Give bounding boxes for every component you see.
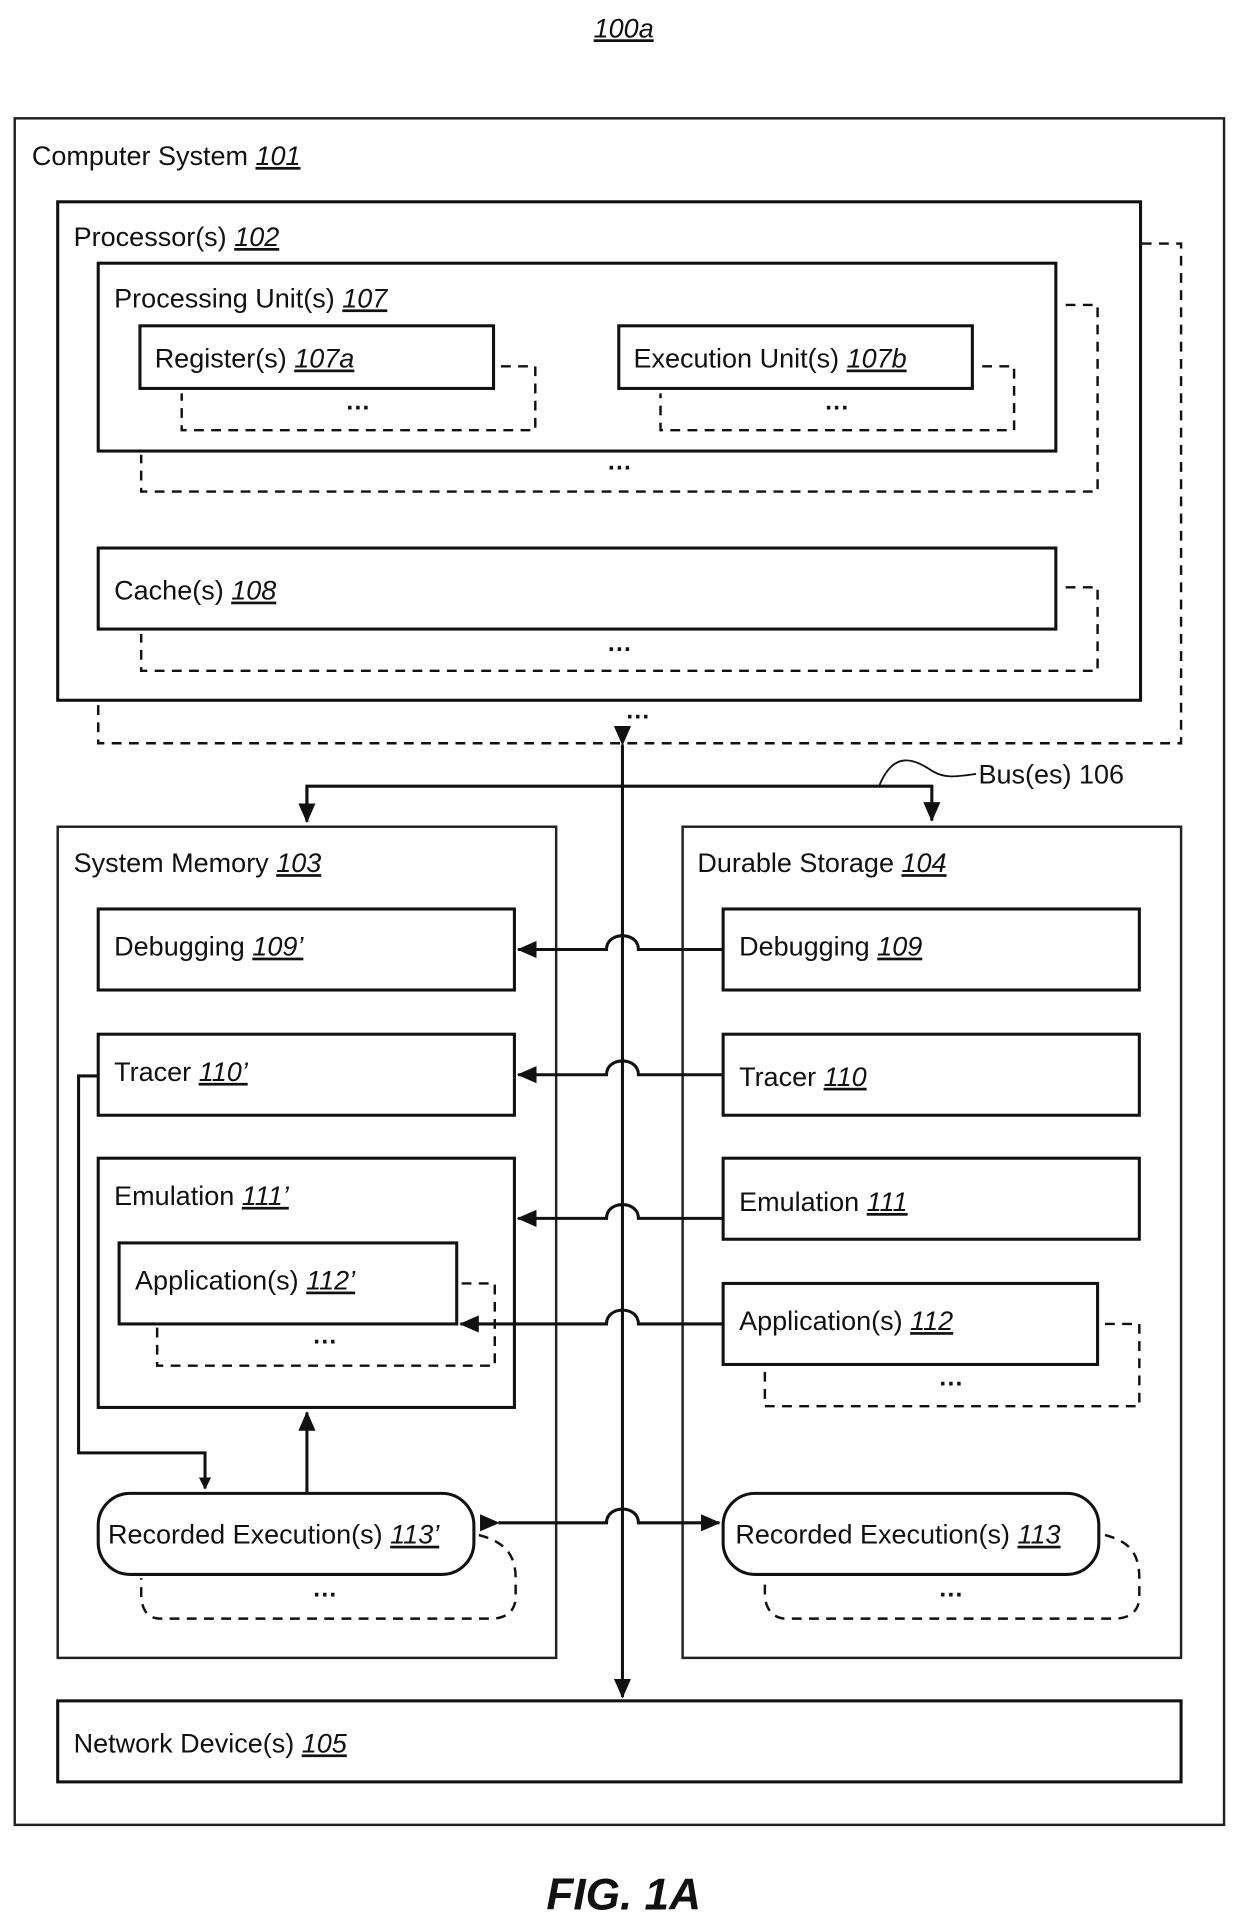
processor-ellipsis: ... bbox=[626, 698, 650, 725]
storage-emulation-label: Emulation 111 bbox=[739, 1187, 908, 1217]
processing-unit-label: Processing Unit(s) 107 bbox=[114, 283, 388, 313]
memory-recorded-label: Recorded Execution(s) 113’ bbox=[108, 1520, 440, 1550]
figure-caption: FIG. 1A bbox=[546, 1871, 701, 1920]
execution-units-label: Execution Unit(s) 107b bbox=[634, 344, 907, 374]
figure-ref: 100a bbox=[594, 13, 654, 43]
storage-applications-label: Application(s) 112 bbox=[739, 1306, 953, 1336]
storage-tracer-label: Tracer 110 bbox=[739, 1062, 867, 1092]
memory-emulation-label: Emulation 111’ bbox=[114, 1181, 290, 1211]
storage-recorded-label: Recorded Execution(s) 113 bbox=[735, 1520, 1060, 1550]
registers-ellipsis: ... bbox=[346, 388, 370, 415]
memory-tracer-label: Tracer 110’ bbox=[114, 1057, 249, 1087]
network-devices-label: Network Device(s) 105 bbox=[74, 1728, 348, 1758]
memory-applications-label: Application(s) 112’ bbox=[135, 1266, 356, 1296]
bus-label: Bus(es) 106 bbox=[978, 760, 1124, 790]
storage-applications-ellipsis: ... bbox=[939, 1364, 963, 1391]
durable-storage-label: Durable Storage 104 bbox=[697, 848, 946, 878]
diagram-canvas: 100a Computer System 101 Processor(s) 10… bbox=[13, 13, 1226, 1920]
processor-label: Processor(s) 102 bbox=[74, 222, 280, 252]
caches-label: Cache(s) 108 bbox=[114, 576, 276, 606]
execution-units-ellipsis: ... bbox=[825, 388, 849, 415]
processing-unit-ellipsis: ... bbox=[608, 448, 632, 475]
registers-label: Register(s) 107a bbox=[155, 344, 355, 374]
computer-system-label: Computer System 101 bbox=[32, 141, 301, 171]
caches-ellipsis: ... bbox=[608, 630, 632, 657]
memory-applications-ellipsis: ... bbox=[313, 1323, 337, 1350]
storage-debugging-label: Debugging 109 bbox=[739, 932, 922, 962]
system-memory-label: System Memory 103 bbox=[74, 848, 322, 878]
storage-recorded-ellipsis: ... bbox=[939, 1576, 963, 1603]
memory-recorded-ellipsis: ... bbox=[313, 1576, 337, 1603]
memory-debugging-label: Debugging 109’ bbox=[114, 932, 304, 962]
